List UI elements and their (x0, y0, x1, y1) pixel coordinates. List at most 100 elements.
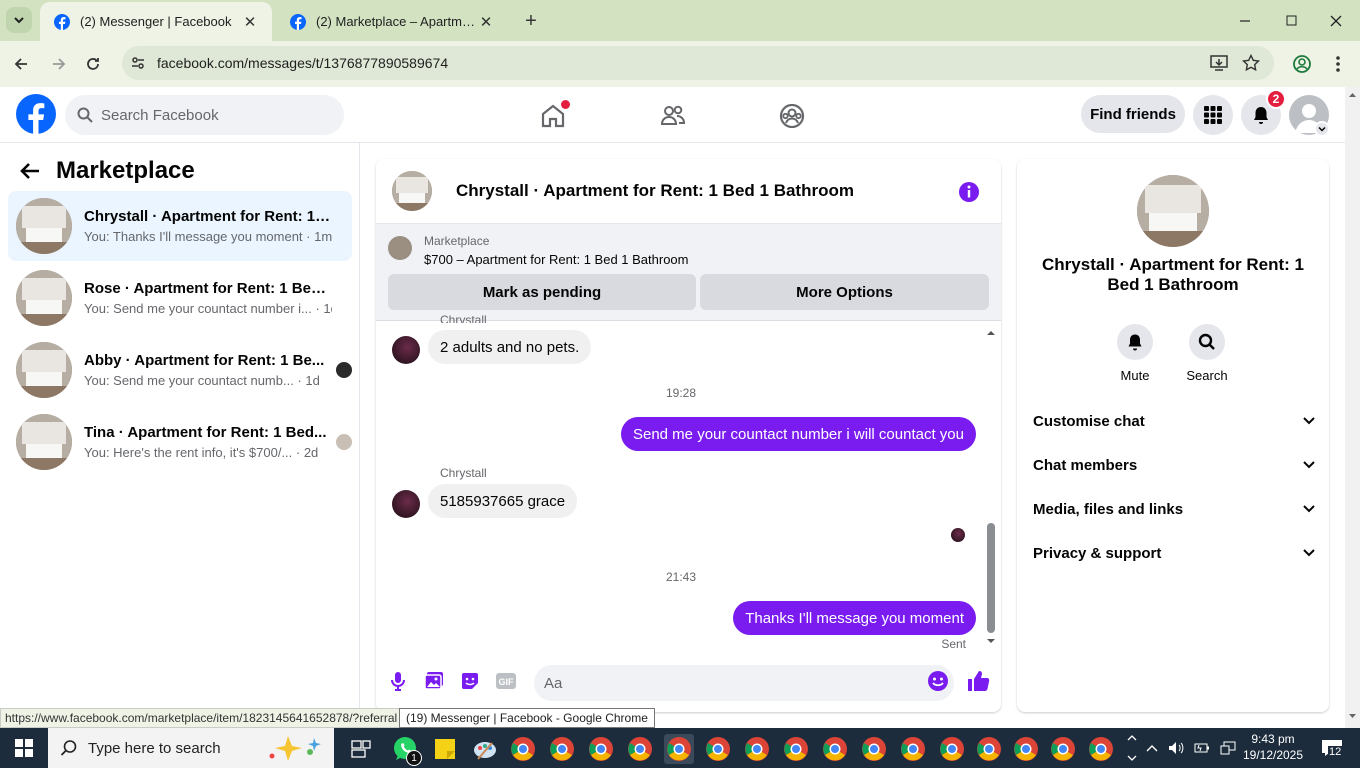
maximize-window-icon[interactable] (1278, 8, 1304, 34)
sender-avatar[interactable] (392, 490, 420, 518)
reload-icon[interactable] (80, 51, 106, 77)
chrome-icon[interactable] (859, 734, 889, 764)
privacy-support-row[interactable]: Privacy & support (1033, 533, 1315, 573)
close-tab-icon[interactable]: ✕ (476, 12, 496, 32)
task-view-icon[interactable] (346, 734, 376, 764)
gif-icon[interactable]: GIF (494, 669, 518, 693)
chat-members-row[interactable]: Chat members (1033, 445, 1315, 485)
media-files-links-row[interactable]: Media, files and links (1033, 489, 1315, 529)
chevron-down-icon (1303, 505, 1315, 513)
minimize-window-icon[interactable] (1232, 8, 1258, 34)
back-arrow-icon[interactable] (8, 51, 34, 77)
chrome-icon[interactable] (781, 734, 811, 764)
chevron-up-icon[interactable] (1146, 743, 1158, 753)
outgoing-message[interactable]: Send me your countact number i will coun… (620, 417, 976, 451)
address-bar[interactable]: facebook.com/messages/t/1376877890589674 (122, 46, 1274, 80)
chat-title[interactable]: Chrystall · Apartment for Rent: 1 Bed 1 … (456, 181, 854, 201)
speaker-icon[interactable] (1168, 741, 1184, 755)
chrome-icon[interactable] (586, 734, 616, 764)
conversation-name: Abby · Apartment for Rent: 1 Be... (84, 352, 325, 369)
incoming-message[interactable]: 2 adults and no pets. (428, 330, 592, 364)
tab-messenger[interactable]: (2) Messenger | Facebook ✕ (40, 2, 272, 41)
whatsapp-icon[interactable]: 1 (390, 734, 422, 766)
tab-search-chevron-icon[interactable] (6, 7, 32, 33)
url-text: facebook.com/messages/t/1376877890589674 (157, 55, 449, 71)
chrome-icon[interactable] (508, 734, 538, 764)
sender-avatar[interactable] (392, 336, 420, 364)
listing-thumbnail (16, 342, 72, 398)
conversation-item[interactable]: Chrystall · Apartment for Rent: 1 B... Y… (8, 191, 352, 261)
listing-title[interactable]: $700 – Apartment for Rent: 1 Bed 1 Bathr… (424, 252, 689, 267)
chrome-icon[interactable] (625, 734, 655, 764)
profile-icon[interactable] (1289, 51, 1315, 77)
system-clock[interactable]: 9:43 pm 19/12/2025 (1238, 731, 1308, 763)
photo-icon[interactable] (422, 669, 446, 693)
search-icon (77, 107, 93, 123)
chat-scrollbar-thumb[interactable] (987, 523, 995, 633)
home-icon[interactable] (531, 94, 575, 138)
chrome-icon[interactable] (898, 734, 928, 764)
like-thumbs-up-icon[interactable] (966, 669, 990, 693)
back-arrow-icon[interactable] (18, 159, 42, 183)
page-scrollbar[interactable] (1345, 87, 1360, 728)
chat-header: Chrystall · Apartment for Rent: 1 Bed 1 … (376, 159, 1001, 224)
outgoing-message[interactable]: Thanks I'll message you moment (733, 601, 976, 635)
facebook-search-box[interactable]: Search Facebook (65, 95, 344, 135)
message-input[interactable] (534, 665, 954, 701)
chrome-icon[interactable] (547, 734, 577, 764)
facebook-logo-icon[interactable] (16, 94, 56, 134)
chrome-icon[interactable] (703, 734, 733, 764)
bookmark-star-icon[interactable] (1242, 54, 1260, 72)
chrome-icon[interactable] (664, 734, 694, 764)
install-app-icon[interactable] (1210, 54, 1228, 72)
chat-avatar[interactable] (392, 171, 432, 211)
account-chevron-icon[interactable] (1314, 121, 1330, 137)
conversation-item[interactable]: Tina · Apartment for Rent: 1 Bed... You:… (8, 407, 352, 477)
search-conversation-button[interactable]: Search (1177, 324, 1237, 383)
browser-menu-icon[interactable] (1325, 51, 1351, 77)
groups-icon[interactable] (770, 94, 814, 138)
taskbar-scroll-icon[interactable] (1124, 730, 1140, 766)
paint-icon[interactable] (470, 734, 500, 764)
chrome-icon[interactable] (1011, 734, 1041, 764)
site-info-icon[interactable] (130, 55, 146, 71)
info-icon[interactable] (958, 181, 980, 203)
chrome-icon[interactable] (742, 734, 772, 764)
page-title: Marketplace (56, 157, 195, 184)
chrome-icon[interactable] (820, 734, 850, 764)
message-composer: GIF (376, 659, 1001, 712)
emoji-icon[interactable] (926, 669, 950, 693)
more-options-button[interactable]: More Options (700, 274, 989, 310)
microphone-icon[interactable] (386, 669, 410, 693)
friends-icon[interactable] (651, 94, 695, 138)
battery-icon[interactable] (1194, 741, 1210, 755)
network-icon[interactable] (1220, 741, 1236, 755)
mute-button[interactable]: Mute (1105, 324, 1165, 383)
mark-as-pending-button[interactable]: Mark as pending (388, 274, 696, 310)
chrome-icon[interactable] (1086, 734, 1116, 764)
conversation-item[interactable]: Abby · Apartment for Rent: 1 Be... You: … (8, 335, 352, 405)
windows-start-icon[interactable] (0, 728, 48, 768)
menu-grid-icon[interactable] (1193, 95, 1233, 135)
chrome-icon[interactable] (937, 734, 967, 764)
seen-avatar (336, 434, 352, 450)
tab-marketplace[interactable]: (2) Marketplace – Apartment fo ✕ (276, 2, 508, 41)
sticky-notes-icon[interactable] (430, 734, 460, 764)
taskbar-search-box[interactable]: Type here to search (48, 728, 334, 768)
new-tab-plus-icon[interactable]: + (518, 8, 544, 34)
row-label: Media, files and links (1033, 500, 1184, 518)
customise-chat-row[interactable]: Customise chat (1033, 401, 1315, 441)
sticker-icon[interactable] (458, 669, 482, 693)
close-window-icon[interactable] (1323, 8, 1349, 34)
profile-avatar[interactable] (1137, 175, 1209, 247)
conversation-name: Rose · Apartment for Rent: 1 Bed 1 ... (84, 280, 332, 297)
conversation-item[interactable]: Rose · Apartment for Rent: 1 Bed 1 ... Y… (8, 263, 352, 333)
forward-arrow-icon[interactable] (46, 51, 72, 77)
incoming-message[interactable]: 5185937665 grace (428, 484, 578, 518)
action-center-icon[interactable]: 12 (1318, 736, 1346, 760)
close-tab-icon[interactable]: ✕ (240, 12, 260, 32)
find-friends-button[interactable]: Find friends (1081, 95, 1185, 133)
chrome-icon[interactable] (1048, 734, 1078, 764)
facebook-favicon-icon (54, 13, 70, 30)
chrome-icon[interactable] (974, 734, 1004, 764)
